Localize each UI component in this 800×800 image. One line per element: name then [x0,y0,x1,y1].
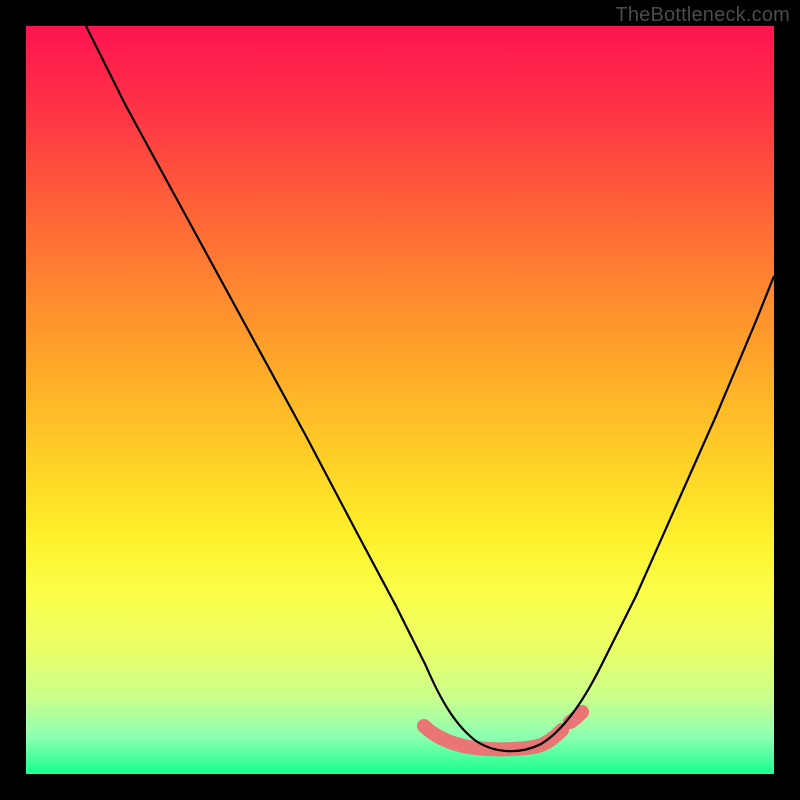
watermark-text: TheBottleneck.com [615,4,790,27]
plot-area [26,26,774,774]
chart-frame: TheBottleneck.com [0,0,800,800]
curve-layer [26,26,774,774]
bottleneck-curve [86,26,774,751]
